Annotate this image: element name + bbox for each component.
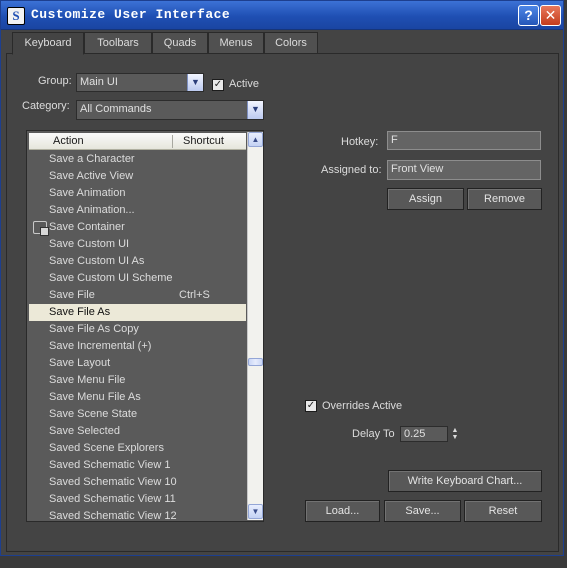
window-title: Customize User Interface [31,7,231,22]
reset-button[interactable]: Reset [464,500,542,522]
overrides-active-label: Overrides Active [322,400,403,412]
action-name: Save Layout [49,357,111,369]
title-bar[interactable]: S Customize User Interface ? ✕ [1,1,563,30]
list-item[interactable]: Saved Schematic View 1 [29,457,246,474]
customize-ui-dialog: S Customize User Interface ? ✕ Keyboard … [0,0,564,556]
group-label: Group: [38,75,72,87]
list-item[interactable]: Save Container [29,219,246,236]
chevron-down-icon[interactable]: ▼ [187,74,203,91]
action-name: Save File [49,289,95,301]
action-list[interactable]: Action Shortcut Save a Character Save Act… [26,130,264,522]
action-name: Save Custom UI [49,238,130,250]
shortcut-value: Ctrl+S [179,289,210,301]
action-name: Save Custom UI As [49,255,145,267]
action-name: Save Custom UI Scheme [49,272,173,284]
hotkey-label: Hotkey: [341,136,379,148]
action-name: Saved Schematic View 11 [49,493,176,505]
action-name: Saved Scene Explorers [49,442,164,454]
remove-button[interactable]: Remove [467,188,542,210]
column-divider[interactable] [172,135,173,148]
action-name: Saved Schematic View 12 [49,510,177,521]
column-header-action[interactable]: Action [53,135,84,147]
assign-button[interactable]: Assign [387,188,464,210]
list-header: Action Shortcut [29,133,246,150]
overrides-active-checkbox[interactable]: ✓ [305,400,317,412]
action-name: Save Animation [49,187,126,199]
assigned-to-label: Assigned to: [321,164,382,176]
action-name: Save Active View [49,170,134,182]
list-item[interactable]: Saved Scene Explorers [29,440,246,457]
list-item[interactable]: Save Layout [29,355,246,372]
tab-toolbars[interactable]: Toolbars [84,32,152,54]
list-item[interactable]: Save Animation [29,185,246,202]
group-value: Main UI [80,76,118,88]
action-name: Saved Schematic View 10 [49,476,177,488]
chevron-down-icon[interactable]: ▼ [247,101,263,119]
list-item[interactable]: Save Custom UI [29,236,246,253]
category-dropdown[interactable]: All Commands ▼ [76,100,264,120]
list-item[interactable]: Save Scene State [29,406,246,423]
list-item[interactable]: Save Menu File [29,372,246,389]
column-header-shortcut[interactable]: Shortcut [183,135,224,147]
group-dropdown[interactable]: Main UI ▼ [76,73,204,92]
list-item[interactable]: Save File Ctrl+S [29,287,246,304]
list-rows: Save a Character Save Active View Save Ani… [29,151,246,521]
action-name: Save Selected [49,425,120,437]
list-item[interactable]: Save File As [29,304,246,321]
delay-spinner-icon[interactable]: ▲ ▼ [450,427,460,442]
list-item[interactable]: Save Menu File As [29,389,246,406]
action-name: Save a Character [49,153,135,165]
list-item[interactable]: Save Incremental (+) [29,338,246,355]
list-item[interactable]: Save a Character [29,151,246,168]
list-scrollbar[interactable]: ▲ ▼ [247,132,263,520]
list-item[interactable]: Save Custom UI Scheme [29,270,246,287]
delay-label: Delay To [352,428,395,440]
scroll-thumb[interactable] [248,358,263,366]
list-item[interactable]: Save File As Copy [29,321,246,338]
tab-colors[interactable]: Colors [264,32,318,54]
action-name: Save File As Copy [49,323,139,335]
action-name: Save Incremental (+) [49,340,152,352]
action-name: Save Scene State [49,408,138,420]
assigned-to-field: Front View [387,160,541,180]
list-item[interactable]: Save Selected [29,423,246,440]
tab-quads[interactable]: Quads [152,32,208,54]
list-item[interactable]: Saved Schematic View 11 [29,491,246,508]
container-icon [33,221,49,236]
action-name: Save File As [49,306,111,318]
list-item[interactable]: Saved Schematic View 10 [29,474,246,491]
tab-keyboard[interactable]: Keyboard [12,32,84,55]
close-button[interactable]: ✕ [540,5,561,26]
scroll-down-icon[interactable]: ▼ [248,504,263,519]
list-item[interactable]: Save Active View [29,168,246,185]
active-checkbox[interactable]: ✓ [212,79,224,91]
delay-input[interactable]: 0.25 [400,426,448,442]
category-value: All Commands [80,103,152,115]
app-icon: S [7,7,25,25]
category-label: Category: [22,100,70,112]
action-name: Saved Schematic View 1 [49,459,171,471]
action-name: Save Menu File [49,374,126,386]
action-name: Save Menu File As [49,391,141,403]
action-name: Save Container [49,221,125,233]
list-item[interactable]: Save Custom UI As [29,253,246,270]
list-item[interactable]: Saved Schematic View 12 [29,508,246,521]
help-button[interactable]: ? [518,5,539,26]
write-keyboard-chart-button[interactable]: Write Keyboard Chart... [388,470,542,492]
action-name: Save Animation... [49,204,135,216]
tab-menus[interactable]: Menus [208,32,264,54]
save-button[interactable]: Save... [384,500,461,522]
scroll-up-icon[interactable]: ▲ [248,132,263,147]
list-item[interactable]: Save Animation... [29,202,246,219]
active-label: Active [229,78,259,90]
hotkey-input[interactable]: F [387,131,541,150]
load-button[interactable]: Load... [305,500,380,522]
